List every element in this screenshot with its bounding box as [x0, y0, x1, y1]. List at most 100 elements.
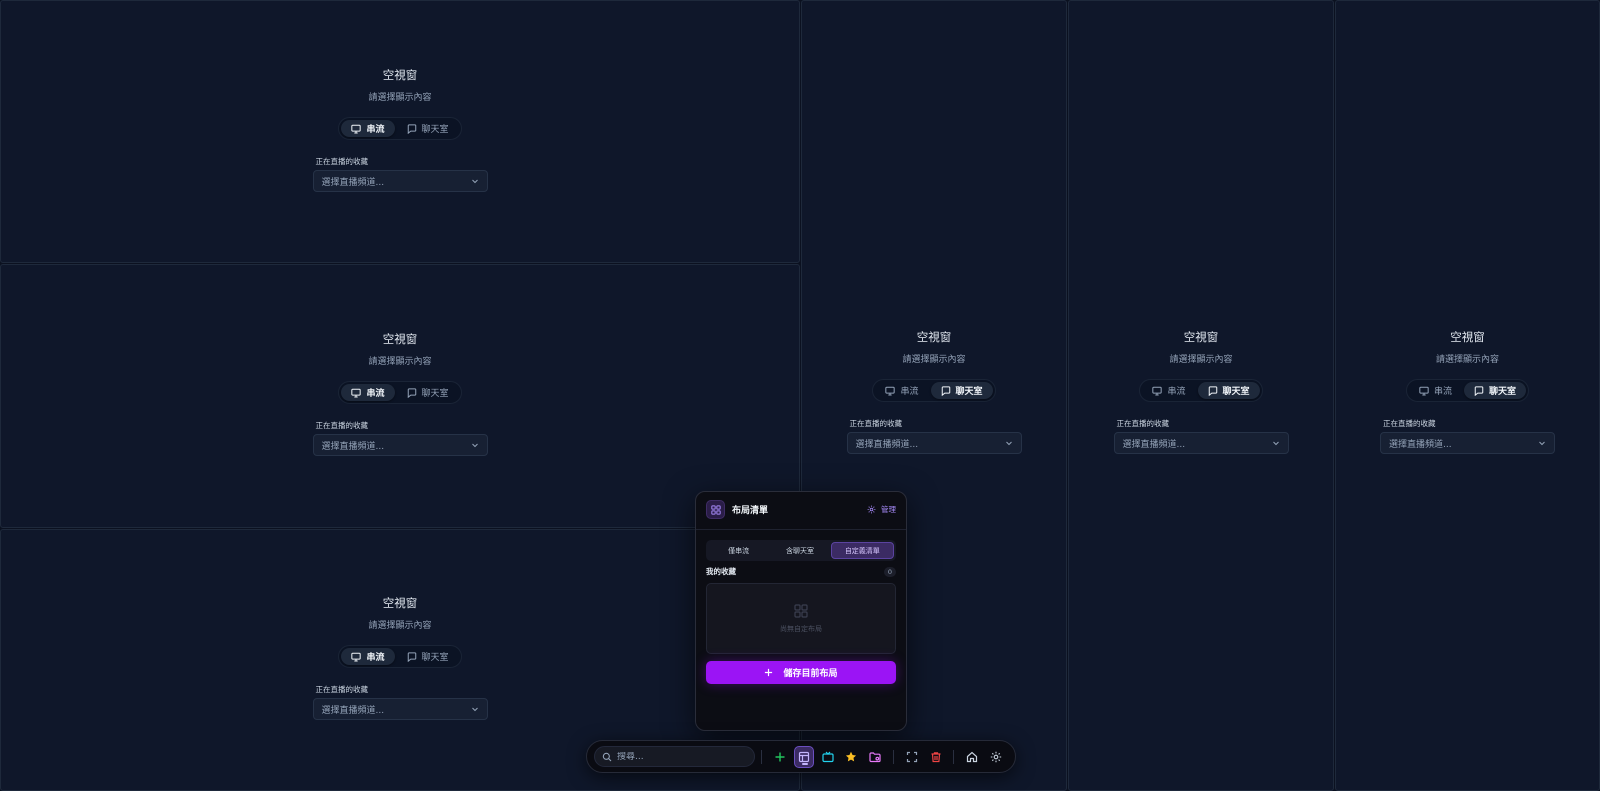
- channel-select[interactable]: 選擇直播頻道...: [1113, 432, 1289, 454]
- pane-subtitle: 請選擇顯示內容: [1169, 355, 1233, 365]
- chat-icon: [941, 385, 950, 396]
- content-type-toggle: 串流 聊天室: [1139, 379, 1263, 402]
- stream-label: 串流: [900, 387, 919, 397]
- stream-label: 串流: [366, 125, 385, 135]
- plus-icon: [775, 752, 785, 761]
- grid-icon: [794, 603, 808, 618]
- stream-toggle-button[interactable]: 串流: [341, 384, 395, 401]
- live-favorites-field: 正在直播的收藏 選擇直播頻道...: [1380, 418, 1555, 454]
- layout-icon: [798, 751, 809, 762]
- pane-subtitle: 請選擇顯示內容: [1435, 355, 1499, 365]
- chat-label: 聊天室: [421, 389, 449, 399]
- empty-pane: 空視窗 請選擇顯示內容 串流 聊天室 正在直播的收藏 選擇直播頻道...: [1068, 0, 1334, 791]
- stream-toggle-button[interactable]: 串流: [875, 382, 928, 399]
- content-type-toggle: 串流 聊天室: [338, 645, 462, 668]
- pane-content: 空視窗 請選擇顯示內容 串流 聊天室 正在直播的收藏 選擇直播頻道...: [1113, 329, 1289, 454]
- select-placeholder: 選擇直播頻道...: [321, 441, 385, 452]
- chat-label: 聊天室: [1222, 387, 1250, 397]
- channel-select[interactable]: 選擇直播頻道...: [846, 432, 1022, 454]
- save-layout-button[interactable]: 儲存目前布局: [706, 661, 896, 684]
- select-placeholder: 選擇直播頻道...: [321, 177, 385, 188]
- favorites-label: 我的收藏: [706, 567, 736, 576]
- search-input[interactable]: [617, 751, 747, 762]
- search-icon: [602, 752, 612, 761]
- chevron-down-icon: [471, 443, 478, 448]
- chat-toggle-button[interactable]: 聊天室: [1197, 382, 1260, 399]
- content-type-toggle: 串流 聊天室: [872, 379, 996, 402]
- fullscreen-button[interactable]: [902, 746, 922, 768]
- chat-toggle-button[interactable]: 聊天室: [397, 648, 459, 665]
- empty-pane: 空視窗 請選擇顯示內容 串流 聊天室 正在直播的收藏 選擇直播頻道...: [0, 264, 800, 528]
- add-button[interactable]: [770, 746, 790, 768]
- pane-content: 空視窗 請選擇顯示內容 串流 聊天室 正在直播的收藏 選擇直播頻道...: [312, 67, 488, 192]
- stream-label: 串流: [1167, 387, 1186, 397]
- chat-label: 聊天室: [421, 653, 449, 663]
- field-label: 正在直播的收藏: [1116, 419, 1170, 428]
- chat-toggle-button[interactable]: 聊天室: [930, 382, 993, 399]
- home-button[interactable]: [962, 746, 982, 768]
- chat-toggle-button[interactable]: 聊天室: [397, 120, 459, 137]
- clear-button[interactable]: [926, 746, 946, 768]
- pane-title: 空視窗: [1183, 330, 1219, 344]
- tab-custom-list[interactable]: 自定義清單: [830, 542, 894, 559]
- empty-pane: 空視窗 請選擇顯示內容 串流 聊天室 正在直播的收藏 選擇直播頻道...: [1335, 0, 1600, 791]
- monitor-icon: [351, 388, 362, 397]
- layout-button[interactable]: [793, 745, 814, 768]
- stream-toggle-button[interactable]: 串流: [341, 120, 395, 137]
- bottom-toolbar: [586, 740, 1016, 773]
- pane-title: 空視窗: [382, 332, 418, 346]
- settings-button[interactable]: [986, 746, 1006, 768]
- trash-icon: [931, 751, 941, 762]
- layout-tabs: 僅串流 含聊天室 自定義清單: [706, 540, 896, 561]
- select-placeholder: 選擇直播頻道...: [855, 439, 919, 450]
- chevron-down-icon: [1539, 441, 1545, 446]
- pane-subtitle: 請選擇顯示內容: [902, 355, 966, 365]
- empty-pane: 空視窗 請選擇顯示內容 串流 聊天室 正在直播的收藏 選擇直播頻道...: [0, 0, 800, 263]
- tv-icon: [821, 751, 834, 762]
- chat-icon: [407, 387, 416, 398]
- channel-select[interactable]: 選擇直播頻道...: [312, 434, 488, 456]
- chat-toggle-button[interactable]: 聊天室: [1464, 382, 1527, 399]
- favorites-button[interactable]: [841, 746, 861, 768]
- pane-subtitle: 請選擇顯示內容: [368, 621, 432, 631]
- select-placeholder: 選擇直播頻道...: [321, 705, 385, 716]
- chevron-down-icon: [471, 707, 478, 712]
- pane-title: 空視窗: [1450, 330, 1485, 344]
- pane-content: 空視窗 請選擇顯示內容 串流 聊天室 正在直播的收藏 選擇直播頻道...: [312, 331, 488, 456]
- gear-icon: [867, 505, 876, 514]
- monitor-icon: [1152, 386, 1163, 395]
- folder-button[interactable]: [865, 746, 885, 768]
- star-icon: [846, 751, 857, 761]
- tab-stream-only[interactable]: 僅串流: [708, 542, 769, 559]
- select-placeholder: 選擇直播頻道...: [1122, 439, 1186, 450]
- channel-select[interactable]: 選擇直播頻道...: [312, 698, 488, 720]
- field-label: 正在直播的收藏: [315, 685, 369, 694]
- popup-title: 布局清單: [732, 506, 769, 516]
- tv-button[interactable]: [818, 746, 838, 768]
- manage-button[interactable]: 管理: [867, 504, 896, 515]
- tab-with-chat[interactable]: 含聊天室: [769, 542, 830, 559]
- home-icon: [967, 751, 978, 762]
- channel-select[interactable]: 選擇直播頻道...: [1380, 432, 1555, 454]
- select-placeholder: 選擇直播頻道...: [1389, 439, 1452, 450]
- search-box[interactable]: [594, 746, 755, 767]
- divider: [696, 529, 906, 530]
- grid-icon: [706, 500, 725, 519]
- channel-select[interactable]: 選擇直播頻道...: [312, 170, 488, 192]
- chat-toggle-button[interactable]: 聊天室: [397, 384, 459, 401]
- pane-content: 空視窗 請選擇顯示內容 串流 聊天室 正在直播的收藏 選擇直播頻道...: [846, 329, 1022, 454]
- stream-toggle-button[interactable]: 串流: [1409, 382, 1462, 399]
- favorites-header: 我的收藏 0: [706, 566, 896, 577]
- manage-label: 管理: [881, 505, 896, 514]
- chat-label: 聊天室: [421, 125, 449, 135]
- toolbar-divider: [953, 749, 955, 764]
- stream-toggle-button[interactable]: 串流: [341, 648, 395, 665]
- chat-icon: [1208, 385, 1217, 396]
- monitor-icon: [885, 386, 896, 395]
- monitor-icon: [1419, 386, 1429, 395]
- stream-label: 串流: [366, 389, 385, 399]
- pane-subtitle: 請選擇顯示內容: [368, 93, 432, 103]
- pane-content: 空視窗 請選擇顯示內容 串流 聊天室 正在直播的收藏 選擇直播頻道...: [1380, 329, 1555, 454]
- pane-title: 空視窗: [382, 68, 418, 82]
- stream-toggle-button[interactable]: 串流: [1142, 382, 1195, 399]
